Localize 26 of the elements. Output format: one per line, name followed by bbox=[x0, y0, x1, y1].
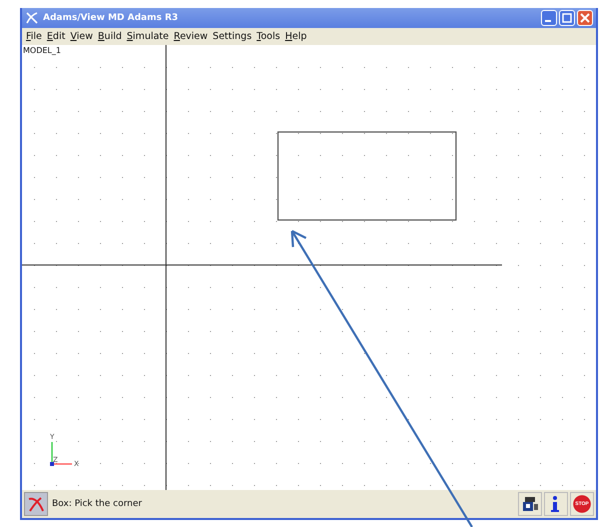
menu-item[interactable]: Help bbox=[285, 31, 307, 42]
info-button[interactable] bbox=[544, 492, 568, 516]
maximize-icon bbox=[562, 13, 572, 23]
toolbox-icon bbox=[520, 495, 540, 513]
tools-button[interactable] bbox=[518, 492, 542, 516]
tool-button[interactable] bbox=[24, 492, 48, 516]
close-icon bbox=[580, 13, 590, 23]
menu-item[interactable]: Edit bbox=[46, 31, 66, 42]
axis-triad bbox=[50, 442, 72, 466]
menu-item[interactable]: Build bbox=[98, 31, 122, 42]
close-button[interactable] bbox=[577, 10, 593, 26]
minimize-icon bbox=[544, 20, 550, 22]
model-name: MODEL_1 bbox=[23, 46, 61, 55]
menu-item[interactable]: Simulate bbox=[126, 31, 169, 42]
menu-item[interactable]: Review bbox=[174, 31, 208, 42]
minimize-button[interactable] bbox=[541, 10, 557, 26]
status-message: Box: Pick the corner bbox=[52, 499, 142, 509]
maximize-button[interactable] bbox=[559, 10, 575, 26]
menu-item[interactable]: Tools bbox=[256, 31, 280, 42]
window-title: Adams/View MD Adams R3 bbox=[43, 13, 178, 23]
box-outline[interactable] bbox=[277, 131, 457, 221]
menu-item[interactable]: Settings bbox=[212, 31, 252, 42]
menu-item[interactable]: File bbox=[26, 31, 42, 42]
curve-icon bbox=[27, 495, 45, 513]
menu-item[interactable]: View bbox=[70, 31, 93, 42]
app-icon bbox=[25, 11, 39, 25]
